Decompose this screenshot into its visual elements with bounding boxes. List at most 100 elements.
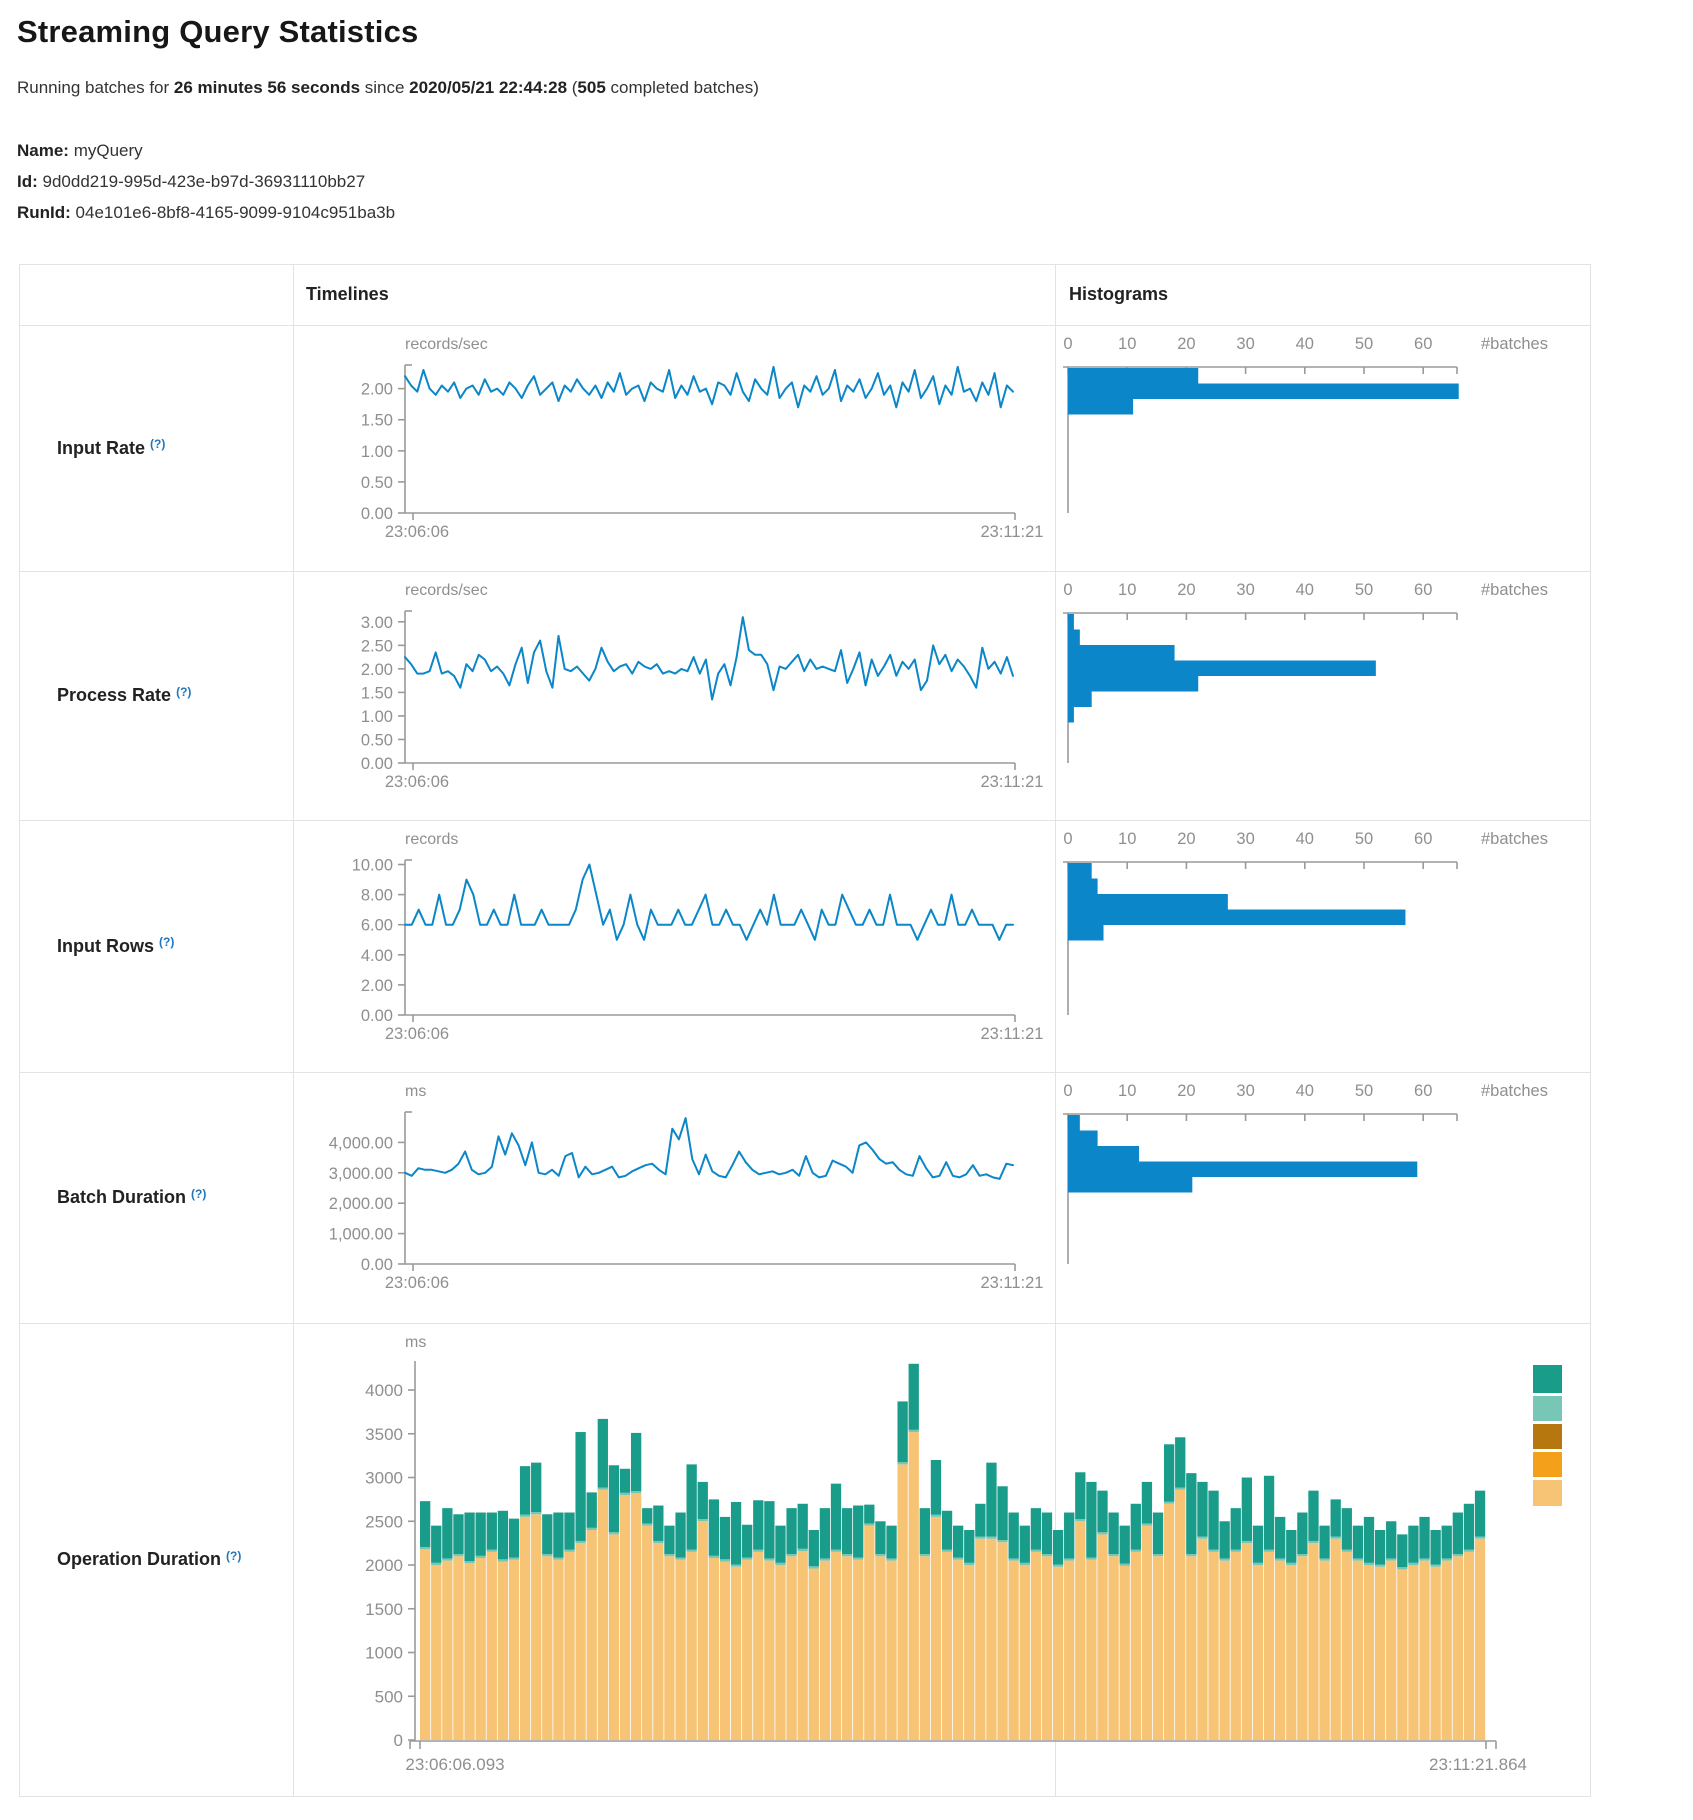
histogram-bar [1068,692,1092,708]
stacked-bar-segment [1342,1552,1352,1740]
svg-text:1.00: 1.00 [361,443,393,461]
runid-label: RunId: [17,203,71,222]
stacked-bar-segment [897,1464,907,1740]
stacked-bar-segment [1386,1561,1396,1740]
stacked-bar-segment [1308,1491,1318,1541]
histogram-bar [1068,879,1098,895]
stacked-bar-segment [1009,1513,1019,1559]
stacked-bar-segment [997,1486,1007,1540]
stacked-bar-segment [1253,1526,1263,1563]
stacked-bar-segment [853,1506,863,1558]
stacked-bar-segment [1153,1556,1163,1740]
stacked-bar-segment [442,1558,452,1560]
svg-text:3,000.00: 3,000.00 [329,1165,393,1183]
stacked-bar-segment [1286,1565,1296,1740]
stacked-bar-segment [498,1559,508,1561]
svg-text:6.00: 6.00 [361,917,393,935]
svg-text:30: 30 [1236,581,1254,599]
stacked-bar-segment [809,1566,819,1568]
stacked-bar-segment [1231,1552,1241,1740]
subtitle-paren: ( [567,78,577,97]
svg-text:40: 40 [1296,830,1314,848]
stacked-bar-segment [442,1561,452,1740]
row-label-operation-duration: Operation Duration(?) [20,1323,293,1796]
stacked-bar-segment [1042,1554,1052,1556]
svg-text:23:11:21: 23:11:21 [980,773,1043,791]
batch-duration-timeline: ms4,000.003,000.002,000.001,000.000.0023… [293,1072,1591,1323]
operation-duration-help-icon[interactable]: (?) [226,1549,241,1563]
stacked-bar-segment [798,1549,808,1551]
input-rows-charts: records10.008.006.004.002.000.0023:06:06… [293,820,1591,1077]
stacked-bar-segment [1275,1558,1285,1560]
svg-text:20: 20 [1177,1082,1195,1100]
legend-swatch-3 [1533,1452,1562,1477]
svg-text:60: 60 [1414,1082,1432,1100]
legend-swatch-1 [1533,1396,1562,1421]
stacked-bar-segment [1075,1519,1085,1521]
stacked-bar-segment [1353,1561,1363,1740]
stacked-bar-segment [1397,1567,1407,1569]
svg-text:0.00: 0.00 [361,505,393,523]
batch-duration-help-icon[interactable]: (?) [191,1187,206,1201]
stacked-bar-segment [1075,1521,1085,1740]
stacked-bar-segment [1175,1490,1185,1740]
row-label-input-rate: Input Rate(?) [20,325,293,571]
stacked-bar-segment [853,1558,863,1560]
stacked-bar-segment [1408,1565,1418,1740]
process-rate-help-icon[interactable]: (?) [176,685,191,699]
stacked-bar-segment [598,1419,608,1488]
stacked-bar-segment [742,1525,752,1558]
name-label: Name: [17,141,69,160]
stacked-bar-segment [1253,1565,1263,1740]
svg-text:#batches: #batches [1481,1082,1548,1100]
running-duration: 26 minutes 56 seconds [174,78,360,97]
stacked-bar-segment [598,1488,608,1490]
stacked-bar-segment [464,1513,474,1562]
page-title: Streaming Query Statistics [17,14,418,50]
histogram-bar [1068,1162,1417,1178]
stacked-bar-segment [1097,1534,1107,1740]
stacked-bar-segment [664,1526,674,1554]
stacked-bar-segment [587,1528,597,1530]
input-rows-help-icon[interactable]: (?) [159,935,174,949]
start-timestamp: 2020/05/21 22:44:28 [409,78,567,97]
stacked-bar-segment [531,1512,541,1514]
svg-text:#batches: #batches [1481,830,1548,848]
stacked-bar-segment [875,1556,885,1740]
stacked-bar-segment [975,1539,985,1740]
stacked-bar-segment [1131,1504,1141,1550]
stacked-bar-segment [1475,1537,1485,1539]
stacked-bar-segment [1342,1508,1352,1550]
stacked-bar-segment [498,1562,508,1740]
stacked-bar-segment [1064,1561,1074,1740]
stacked-bar-segment [420,1501,430,1547]
stacked-bar-segment [1430,1565,1440,1567]
stacked-bar-segment [764,1501,774,1558]
stacked-bar-segment [720,1559,730,1561]
stacked-bar-segment [1419,1561,1429,1740]
stacked-bar-segment [1242,1543,1252,1740]
stacked-bar-segment [1397,1569,1407,1740]
stacked-bar-segment [542,1556,552,1740]
svg-text:23:11:21: 23:11:21 [980,1274,1043,1292]
stacked-bar-segment [498,1511,508,1560]
stacked-bar-segment [1020,1563,1030,1565]
svg-text:500: 500 [375,1687,403,1706]
stacked-bar-segment [753,1500,763,1549]
stacked-bar-segment [1186,1554,1196,1556]
stacked-bar-segment [476,1513,486,1556]
stacked-bar-segment [431,1563,441,1565]
svg-text:4.00: 4.00 [361,947,393,965]
input-rate-help-icon[interactable]: (?) [150,437,165,451]
stacked-bar-segment [942,1511,952,1550]
stacked-bar-segment [431,1526,441,1563]
stacked-bar-segment [520,1466,530,1515]
histogram-bar [1068,910,1405,926]
stacked-bar-segment [453,1556,463,1740]
stacked-bar-segment [1275,1517,1285,1559]
histogram-bar [1068,645,1175,661]
stacked-bar-segment [1264,1552,1274,1740]
stacked-bar-segment [564,1552,574,1740]
stacked-bar-segment [564,1513,574,1550]
running-batches-summary: Running batches for 26 minutes 56 second… [17,78,759,98]
